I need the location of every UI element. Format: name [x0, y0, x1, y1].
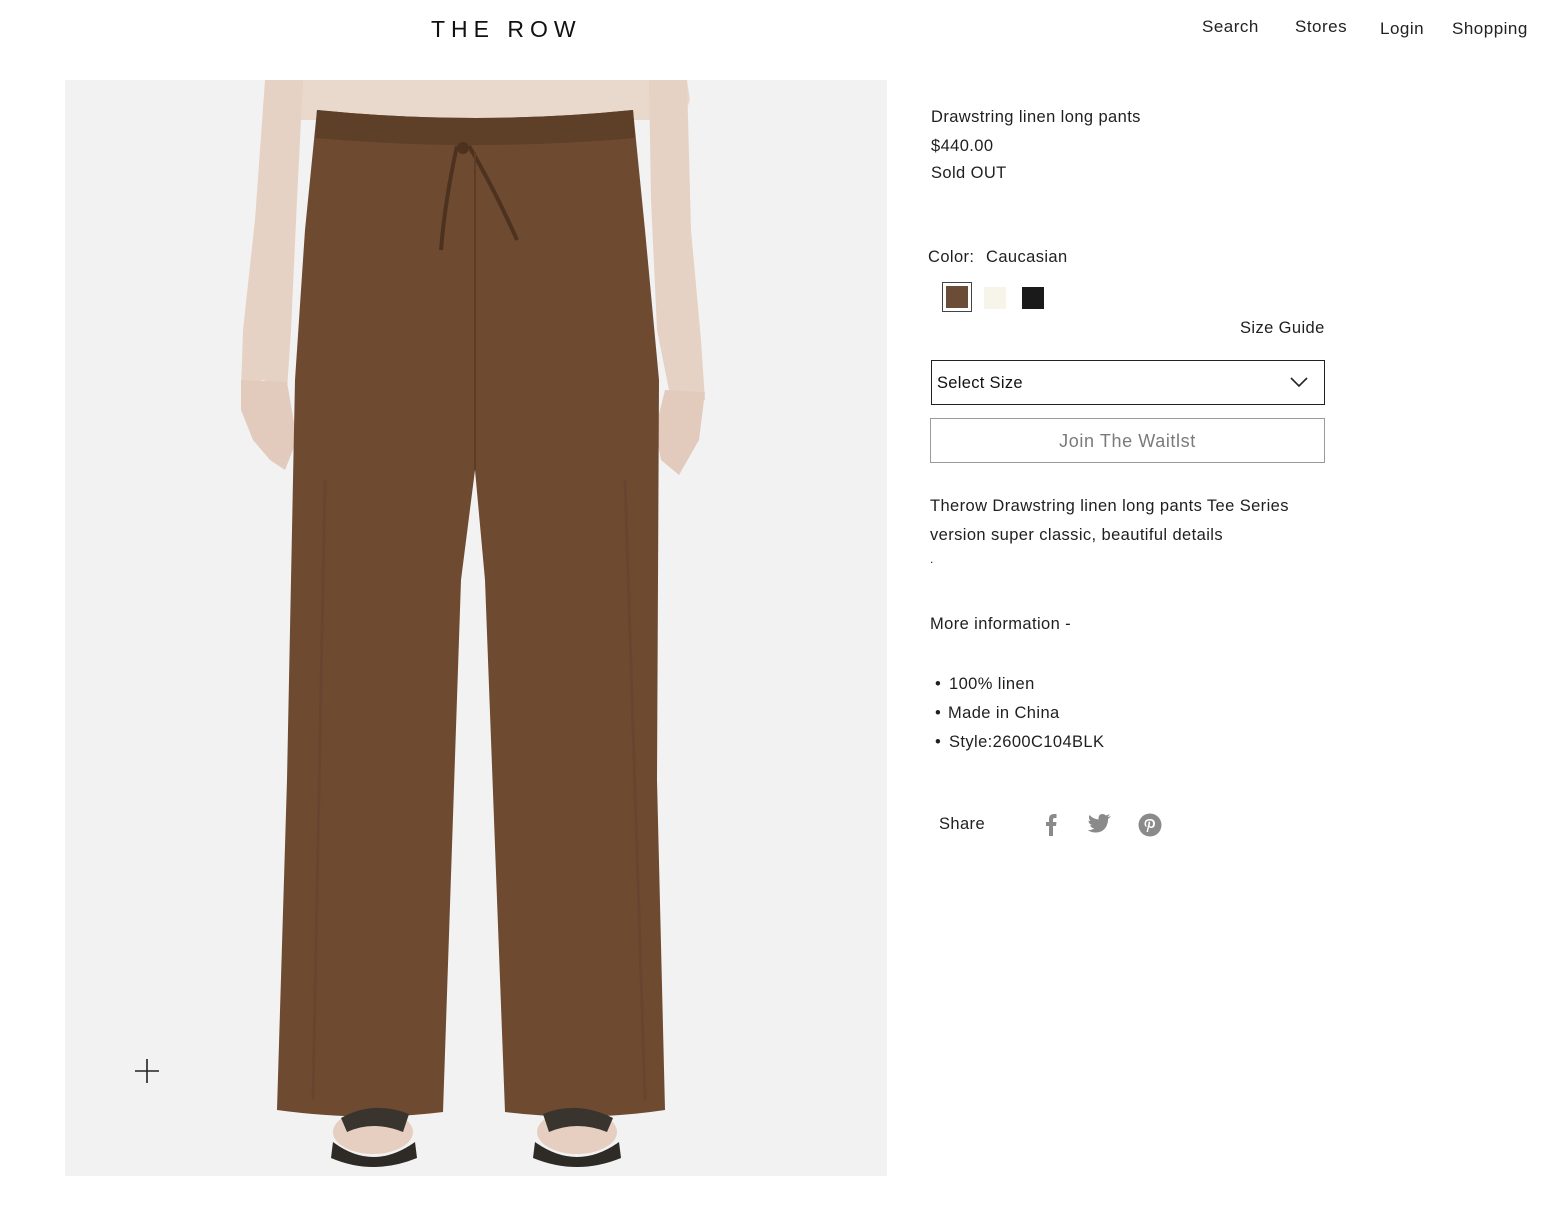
size-guide-link[interactable]: Size Guide: [1240, 319, 1325, 338]
more-information-toggle[interactable]: More information -: [930, 615, 1071, 634]
nav-search-link[interactable]: Search: [1202, 17, 1259, 37]
bullet-icon: •: [935, 675, 941, 693]
bullet-icon: •: [935, 704, 941, 722]
swatch-black[interactable]: [1022, 287, 1044, 309]
description-line-3: .: [930, 552, 934, 566]
availability-status: Sold OUT: [931, 164, 1007, 182]
detail-item: Made in China: [948, 704, 1060, 722]
color-value: Caucasian: [986, 248, 1068, 266]
swatch-cream[interactable]: [984, 287, 1006, 309]
chevron-down-icon: [1290, 375, 1308, 393]
description-line-2: version super classic, beautiful details: [930, 526, 1223, 544]
swatch-brown[interactable]: [942, 282, 972, 312]
facebook-icon[interactable]: [1040, 810, 1062, 843]
share-label: Share: [939, 815, 986, 833]
size-select[interactable]: Select Size: [931, 360, 1325, 405]
nav-login-link[interactable]: Login: [1380, 19, 1424, 39]
pants-illustration: [241, 80, 705, 1167]
product-title: Drawstring linen long pants: [931, 108, 1141, 126]
description-line-1: Therow Drawstring linen long pants Tee S…: [930, 497, 1289, 515]
zoom-plus-icon[interactable]: [127, 1051, 167, 1091]
product-image[interactable]: [65, 80, 887, 1176]
bullet-icon: •: [935, 733, 941, 751]
twitter-icon[interactable]: [1087, 813, 1113, 840]
pinterest-icon[interactable]: [1137, 812, 1163, 843]
detail-item: 100% linen: [949, 675, 1035, 693]
nav-stores-link[interactable]: Stores: [1295, 17, 1347, 37]
nav-shopping-link[interactable]: Shopping: [1452, 19, 1528, 39]
brand-logo[interactable]: THE ROW: [431, 16, 582, 43]
product-price: $440.00: [931, 137, 994, 155]
color-label: Color:: [928, 248, 975, 266]
join-waitlist-button[interactable]: Join The Waitlst: [930, 418, 1325, 463]
site-header: THE ROW Search Stores Login Shopping: [0, 0, 1544, 60]
detail-item: Style:2600C104BLK: [949, 733, 1105, 751]
size-select-label: Select Size: [937, 374, 1023, 392]
